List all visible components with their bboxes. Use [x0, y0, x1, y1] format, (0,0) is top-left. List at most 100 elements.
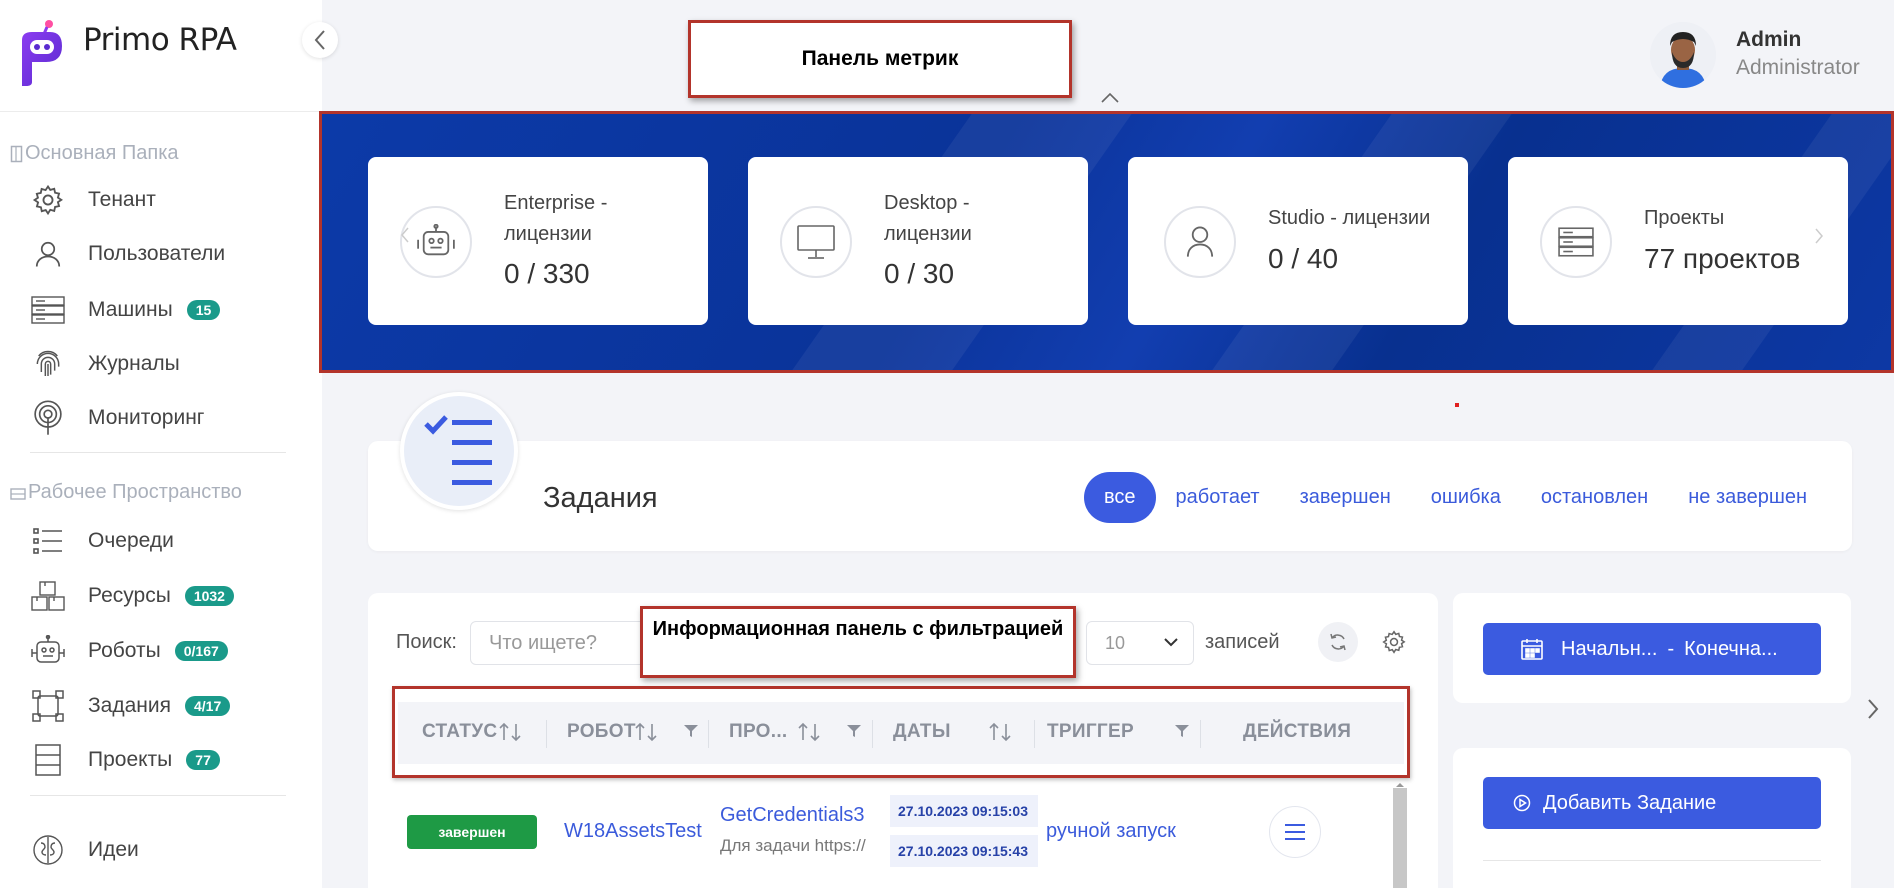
column-header-dates[interactable]: ДАТЫ	[893, 721, 951, 743]
refresh-button[interactable]	[1318, 622, 1358, 662]
carousel-prev-icon[interactable]	[400, 226, 410, 244]
list-icon	[30, 523, 66, 559]
records-label: записей	[1205, 631, 1280, 653]
sidebar-item-queues[interactable]: Очереди	[30, 521, 300, 561]
gear-icon	[30, 182, 66, 218]
panel-divider	[1483, 860, 1821, 861]
sidebar-item-monitoring[interactable]: Мониторинг	[30, 398, 300, 438]
calendar-icon	[1521, 639, 1543, 660]
sidebar-item-users[interactable]: Пользователи	[30, 234, 300, 274]
user-icon	[1164, 206, 1236, 278]
gear-icon	[1382, 630, 1406, 654]
metric-card-enterprise: Enterprise - лицензии 0 / 330	[368, 157, 708, 325]
metrics-panel-callout: Панель метрик	[688, 20, 1072, 98]
sidebar-item-projects[interactable]: Проекты 77	[30, 740, 300, 780]
folder-icon	[10, 145, 23, 162]
date-range-separator: -	[1667, 637, 1675, 660]
tasks-count-badge: 4/17	[185, 696, 231, 716]
brain-icon	[30, 832, 66, 868]
refresh-icon	[1330, 633, 1346, 651]
sort-icon[interactable]	[797, 722, 823, 742]
column-separator	[546, 720, 547, 748]
filter-not-completed[interactable]: не завершен	[1668, 474, 1827, 521]
metric-title: Desktop - лицензии	[884, 192, 972, 245]
sort-icon[interactable]	[988, 722, 1014, 742]
sidebar-item-tasks[interactable]: Задания 4/17	[30, 686, 300, 726]
column-separator	[708, 720, 709, 748]
sidebar-item-logs[interactable]: Журналы	[30, 344, 300, 384]
sort-icon[interactable]	[634, 722, 660, 742]
table-settings-button[interactable]	[1374, 622, 1414, 662]
page-size-select[interactable]: 10	[1086, 621, 1194, 665]
sidebar-item-tenant[interactable]: Тенант	[30, 180, 300, 220]
metric-title: Проекты	[1644, 207, 1725, 229]
filter-icon[interactable]	[846, 724, 862, 738]
metric-value: 0 / 330	[504, 258, 590, 289]
column-separator	[1034, 720, 1035, 748]
chevron-right-icon[interactable]	[1866, 698, 1880, 720]
sidebar-collapse-button[interactable]	[302, 22, 338, 58]
column-header-robot[interactable]: РОБОТ	[567, 721, 636, 743]
column-header-trigger[interactable]: ТРИГГЕР	[1047, 721, 1134, 743]
filter-all[interactable]: все	[1084, 472, 1156, 523]
filter-running[interactable]: работает	[1156, 474, 1280, 521]
metric-value: 0 / 30	[884, 258, 955, 289]
robots-count-badge: 0/167	[174, 641, 228, 661]
sidebar-section-label: Рабочее Пространство	[28, 481, 242, 503]
sidebar-item-label: Мониторинг	[88, 406, 205, 429]
search-input[interactable]: Что ищете?	[470, 621, 650, 665]
sidebar-item-label: Пользователи	[88, 242, 226, 265]
sidebar-item-robots[interactable]: Роботы 0/167	[30, 631, 300, 671]
trigger-link[interactable]: ручной запуск	[1046, 820, 1176, 843]
status-badge: завершен	[407, 815, 537, 849]
sidebar-separator	[30, 452, 286, 453]
process-link[interactable]: GetCredentials3	[720, 804, 870, 827]
add-task-button[interactable]: Добавить Задание	[1483, 777, 1821, 829]
row-actions-button[interactable]	[1269, 806, 1321, 858]
avatar[interactable]	[1650, 22, 1716, 88]
robot-link[interactable]: W18AssetsTest	[564, 820, 702, 843]
filter-icon[interactable]	[683, 724, 699, 738]
metric-card-studio: Studio - лицензии 0 / 40	[1128, 157, 1468, 325]
sidebar-item-resources[interactable]: Ресурсы 1032	[30, 576, 300, 616]
scroll-up-icon[interactable]	[1395, 782, 1405, 788]
resources-count-badge: 1032	[184, 586, 234, 606]
metric-title: Enterprise - лицензии	[504, 192, 608, 245]
search-label: Поиск:	[396, 631, 457, 653]
sidebar-section-main[interactable]: Основная Папка	[10, 142, 179, 165]
sidebar-item-label: Ресурсы	[88, 584, 171, 607]
projects-icon	[30, 742, 66, 778]
broadcast-icon	[30, 400, 66, 436]
filter-icon[interactable]	[1174, 724, 1190, 738]
filter-completed[interactable]: завершен	[1280, 474, 1411, 521]
column-header-actions: ДЕЙСТВИЯ	[1243, 721, 1352, 742]
metric-title: Studio - лицензии	[1268, 207, 1431, 229]
sidebar-item-label: Тенант	[88, 188, 156, 211]
sidebar-item-label: Задания	[88, 694, 171, 717]
carousel-next-icon[interactable]	[1814, 227, 1824, 245]
filter-error[interactable]: ошибка	[1411, 474, 1521, 521]
server-icon	[1540, 206, 1612, 278]
chevron-up-icon[interactable]	[1100, 92, 1120, 104]
marker-dot	[1455, 403, 1459, 407]
sidebar-item-label: Журналы	[88, 352, 180, 375]
sidebar-section-label: Основная Папка	[25, 142, 179, 164]
chevron-left-icon	[314, 30, 325, 50]
machines-count-badge: 15	[186, 300, 221, 320]
table-scrollbar[interactable]	[1393, 788, 1407, 888]
date-range-button[interactable]: Начальн... - Конечна...	[1483, 623, 1821, 675]
robot-icon	[400, 206, 472, 278]
sidebar-item-machines[interactable]: Машины 15	[30, 290, 300, 330]
sidebar-section-workspace[interactable]: Рабочее Пространство	[10, 481, 242, 504]
column-header-process[interactable]: ПРО...	[729, 721, 788, 743]
column-header-status[interactable]: СТАТУС	[422, 721, 497, 743]
filter-stopped[interactable]: остановлен	[1521, 474, 1668, 521]
chevron-down-icon	[1164, 638, 1178, 647]
tasks-checklist-icon	[400, 392, 518, 510]
task-status-filters: все работает завершен ошибка остановлен …	[1084, 472, 1827, 523]
sort-icon[interactable]	[498, 722, 524, 742]
sidebar: Primo RPA Основная Папка Тенант Пользова…	[0, 0, 322, 888]
sidebar-item-ideas[interactable]: Идеи	[30, 830, 300, 870]
column-separator	[872, 720, 873, 748]
boxes-icon	[30, 578, 66, 614]
